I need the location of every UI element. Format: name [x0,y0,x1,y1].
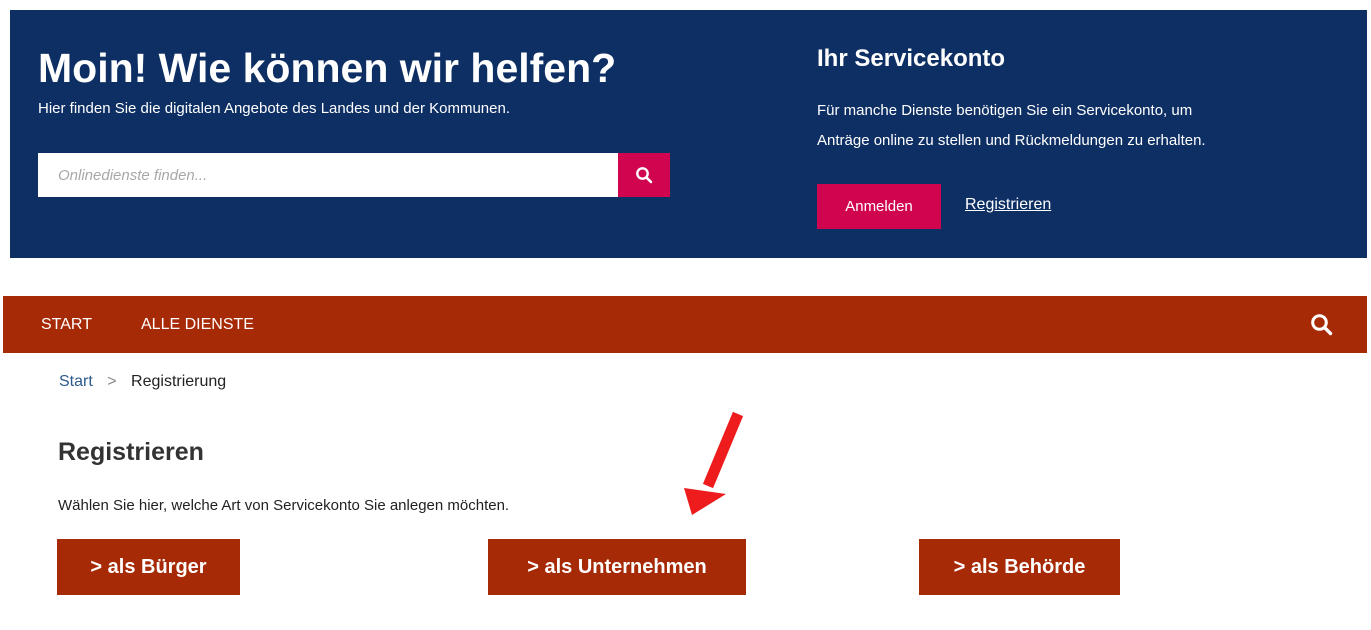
search-input[interactable] [38,153,618,197]
search-icon [636,167,653,184]
breadcrumb-separator: > [107,373,117,390]
hero-subtitle: Hier finden Sie die digitalen Angebote d… [38,100,510,117]
account-description-line: Für manche Dienste benötigen Sie ein Ser… [817,102,1193,119]
intro-text: Wählen Sie hier, welche Art von Servicek… [58,497,510,514]
search-form [38,153,670,197]
breadcrumb-current: Registrierung [131,373,227,390]
account-title: Ihr Servicekonto [817,45,1006,72]
register-link[interactable]: Registrieren [965,196,1051,214]
register-as-citizen-button[interactable]: > als Bürger [57,539,240,595]
login-button[interactable]: Anmelden [817,184,941,229]
nav-item-start[interactable]: START [41,315,92,335]
register-as-company-button[interactable]: > als Unternehmen [488,539,746,595]
register-as-authority-button[interactable]: > als Behörde [919,539,1120,595]
page-title: Registrieren [58,438,204,466]
annotation-arrow-icon [684,411,744,515]
account-description-line: Anträge online zu stellen und Rückmeldun… [817,132,1206,149]
main-navigation: START ALLE DIENSTE [3,296,1367,353]
nav-item-alle-dienste[interactable]: ALLE DIENSTE [141,315,254,335]
account-description: Für manche Dienste benötigen Sie ein Ser… [817,96,1357,156]
search-button[interactable] [618,153,670,197]
hero-title: Moin! Wie können wir helfen? [38,45,617,91]
nav-search-button[interactable] [1309,312,1335,338]
hero-panel: Moin! Wie können wir helfen? Hier finden… [10,10,1367,258]
breadcrumb-home-link[interactable]: Start [59,373,93,390]
breadcrumb: Start > Registrierung [59,372,226,392]
search-icon [1311,314,1333,336]
